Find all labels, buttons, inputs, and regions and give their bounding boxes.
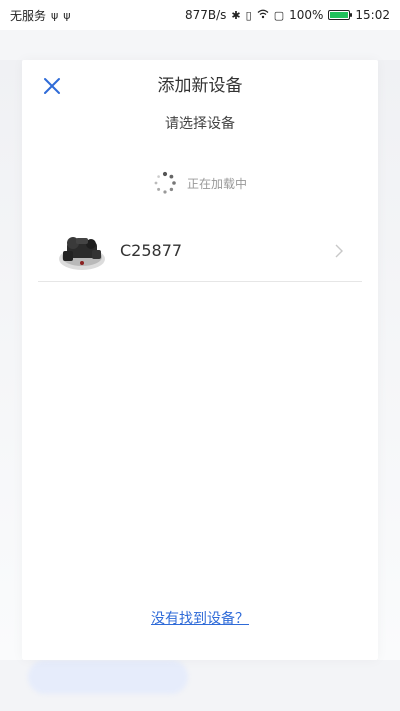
device-list-item[interactable]: C25877 xyxy=(38,220,362,282)
loading-indicator: 正在加载中 xyxy=(22,170,378,196)
background-button xyxy=(28,660,188,694)
sim-icon: ▢ xyxy=(273,8,285,22)
background-header xyxy=(0,30,400,60)
battery-percent: 100% xyxy=(289,8,324,22)
add-device-dialog: 添加新设备 请选择设备 正在加载中 C25877 没有找到设备？ xyxy=(22,60,378,660)
battery-fill xyxy=(330,12,349,18)
background-left xyxy=(0,60,22,660)
wifi-icon xyxy=(257,9,269,21)
usb-icon: ψ xyxy=(63,8,71,22)
loading-text: 正在加载中 xyxy=(186,176,247,191)
status-bar: 无服务 ψ ψ 877B/s ✱ ▯ ▢ 100% 15:02 xyxy=(0,0,400,30)
chevron-right-icon xyxy=(335,244,343,257)
background-right xyxy=(378,60,400,660)
device-image xyxy=(59,236,105,270)
usb-icon: ψ xyxy=(51,8,59,22)
status-left: 无服务 ψ ψ xyxy=(10,7,71,24)
device-name: C25877 xyxy=(120,241,183,260)
vibrate-icon: ▯ xyxy=(245,8,252,22)
carrier-label: 无服务 xyxy=(10,8,47,23)
bluetooth-icon: ✱ xyxy=(231,8,241,22)
battery-icon xyxy=(328,10,353,20)
status-right: 877B/s ✱ ▯ ▢ 100% 15:02 xyxy=(185,8,390,22)
status-time: 15:02 xyxy=(355,8,390,22)
dialog-subtitle: 请选择设备 xyxy=(165,116,235,132)
dialog-title: 添加新设备 xyxy=(157,76,243,96)
network-speed: 877B/s xyxy=(184,8,227,22)
spinner-icon xyxy=(154,171,176,194)
device-not-found-link[interactable]: 没有找到设备？ xyxy=(22,608,378,628)
